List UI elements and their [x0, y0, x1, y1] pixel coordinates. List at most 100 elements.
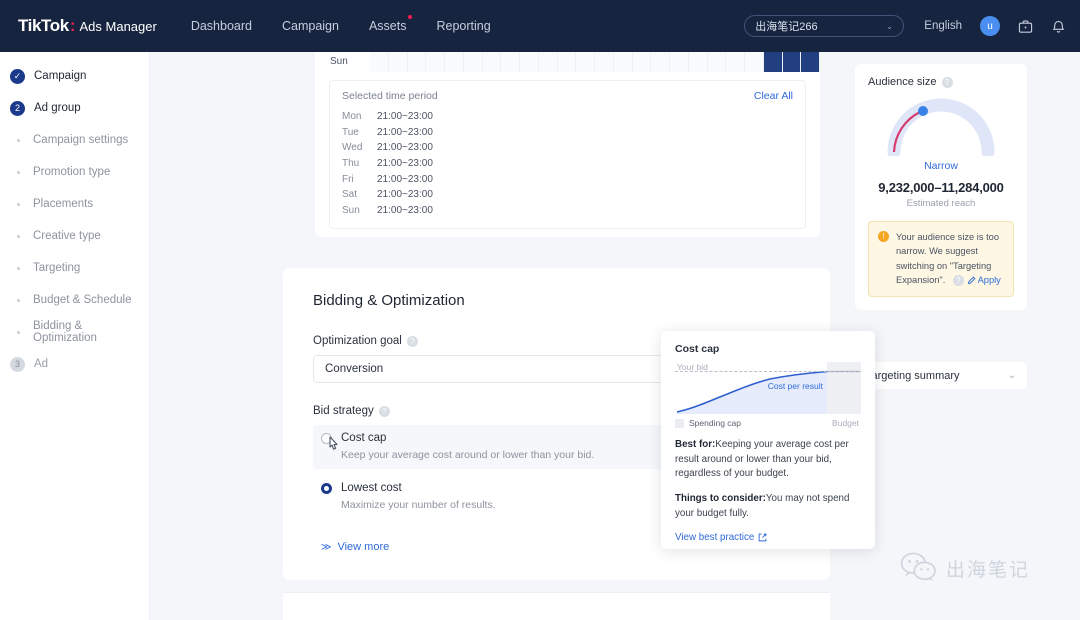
step-number-badge: 2 — [10, 100, 25, 116]
schedule-cell[interactable] — [576, 50, 595, 72]
clear-all-link[interactable]: Clear All — [754, 90, 793, 102]
help-icon[interactable]: ? — [952, 275, 964, 287]
nav-item-assets[interactable]: Assets — [368, 15, 413, 33]
schedule-cell[interactable] — [482, 50, 502, 72]
chart-legend: Spending cap Budget — [675, 418, 861, 428]
selected-time-row: Sat 21:00~23:00 — [342, 187, 793, 203]
watermark: 出海笔记 — [900, 552, 1030, 584]
nav-item-reporting[interactable]: Reporting — [436, 19, 490, 33]
chevron-down-icon: ⌄ — [1007, 370, 1016, 381]
top-header: TikTok : Ads Manager Dashboard Campaign … — [0, 0, 1080, 52]
schedule-cell[interactable] — [763, 50, 783, 72]
avatar[interactable]: u — [980, 16, 1000, 36]
selected-time-day: Sat — [342, 189, 358, 201]
schedule-card: Sun Selected time period Clear All Mon 21… — [315, 50, 820, 238]
view-best-practice-link[interactable]: View best practice — [675, 532, 861, 543]
sidebar-item-placements[interactable]: Placements — [0, 188, 149, 220]
sidebar-step-campaign[interactable]: ✓ Campaign — [0, 60, 149, 92]
schedule-cells[interactable] — [370, 50, 820, 72]
sidebar-sub-label: Campaign settings — [33, 134, 129, 146]
sidebar-step-ad[interactable]: 3 Ad — [0, 348, 149, 380]
sidebar-item-bidding-optimization[interactable]: Bidding & Optimization — [0, 316, 149, 348]
selected-time-value: 21:00~23:00 — [377, 142, 433, 154]
nav-label: Reporting — [436, 19, 491, 33]
schedule-cell[interactable] — [501, 50, 520, 72]
language-selector[interactable]: English — [924, 20, 962, 32]
selected-time-day: Tue — [342, 126, 359, 138]
sidebar-step-label: Campaign — [34, 70, 87, 82]
nav-label: Assets — [368, 19, 407, 33]
chevron-down-icon: ⌄ — [885, 20, 894, 31]
schedule-cell[interactable] — [445, 50, 464, 72]
step-number-badge: 3 — [10, 356, 25, 372]
radio-button-lowest-cost[interactable] — [321, 482, 332, 494]
sidebar-item-targeting[interactable]: Targeting — [0, 252, 149, 284]
radio-button-cost-cap[interactable] — [321, 432, 332, 444]
tooltip-title: Cost cap — [675, 343, 720, 355]
schedule-cell[interactable] — [463, 50, 483, 72]
schedule-cell[interactable] — [651, 50, 670, 72]
schedule-cell[interactable] — [595, 50, 614, 72]
selected-time-day: Fri — [342, 173, 354, 185]
schedule-cell[interactable] — [782, 50, 802, 72]
schedule-cell[interactable] — [557, 50, 577, 72]
selected-time-row: Sun 21:00~23:00 — [342, 203, 793, 219]
selected-time-value: 21:00~23:00 — [377, 173, 433, 185]
targeting-summary-card[interactable]: Targeting summary ⌄ — [855, 362, 1027, 389]
nav-item-campaign[interactable]: Campaign — [282, 19, 339, 33]
help-icon[interactable]: ? — [941, 76, 953, 88]
schedule-cell[interactable] — [426, 50, 445, 72]
schedule-cell[interactable] — [670, 50, 689, 72]
schedule-cell[interactable] — [688, 50, 708, 72]
pencil-icon[interactable] — [967, 276, 976, 285]
language-label: English — [924, 20, 962, 32]
selected-time-header: Selected time period Clear All — [342, 90, 793, 102]
account-selector[interactable]: 出海笔记266 ⌄ — [744, 15, 905, 37]
tooltip-consider: Things to consider:You may not spend you… — [675, 492, 861, 521]
schedule-cell[interactable] — [407, 50, 427, 72]
logo-colon: : — [69, 16, 76, 35]
logo[interactable]: TikTok : Ads Manager — [18, 16, 157, 36]
briefcase-icon[interactable] — [1018, 19, 1033, 34]
help-icon[interactable]: ? — [406, 335, 418, 347]
schedule-cell[interactable] — [370, 50, 389, 72]
sidebar-step-label: Ad — [34, 358, 49, 370]
chevron-double-down-icon: ≫ — [321, 541, 332, 553]
sidebar-item-promotion-type[interactable]: Promotion type — [0, 156, 149, 188]
schedule-cell[interactable] — [613, 50, 633, 72]
schedule-cell[interactable] — [388, 50, 408, 72]
sidebar-sub-label: Budget & Schedule — [33, 294, 132, 306]
chart-cost-per-result-label: Cost per result — [767, 381, 823, 391]
schedule-cell[interactable] — [520, 50, 539, 72]
optimization-goal-label: Optimization goal — [313, 335, 402, 347]
warning-icon: ! — [878, 231, 889, 242]
nav-item-dashboard[interactable]: Dashboard — [191, 19, 252, 33]
schedule-grid-row[interactable]: Sun — [315, 50, 820, 72]
sidebar-sub-label: Promotion type — [33, 166, 111, 178]
help-icon[interactable]: ? — [378, 405, 390, 417]
main-nav: Dashboard Campaign Assets Reporting — [191, 15, 521, 33]
sidebar-item-campaign-settings[interactable]: Campaign settings — [0, 124, 149, 156]
header-right-group: 出海笔记266 ⌄ English u — [744, 15, 1066, 37]
selected-time-row: Thu 21:00~23:00 — [342, 156, 793, 172]
account-name: 出海笔记266 — [755, 21, 818, 33]
sidebar-sub-label: Placements — [33, 198, 94, 210]
estimated-reach-value: 9,232,000–11,284,000 — [878, 180, 1004, 195]
schedule-cell[interactable] — [538, 50, 558, 72]
sidebar-step-ad-group[interactable]: 2 Ad group — [0, 92, 149, 124]
sidebar-item-budget-schedule[interactable]: Budget & Schedule — [0, 284, 149, 316]
best-for-label: Best for: — [675, 439, 716, 450]
schedule-cell[interactable] — [745, 50, 764, 72]
schedule-cell[interactable] — [726, 50, 745, 72]
sidebar-item-creative-type[interactable]: Creative type — [0, 220, 149, 252]
apply-link[interactable]: Apply — [978, 275, 1001, 285]
bell-icon[interactable] — [1051, 19, 1066, 34]
schedule-cell[interactable] — [707, 50, 727, 72]
selected-time-row: Wed 21:00~23:00 — [342, 140, 793, 156]
selected-time-value: 21:00~23:00 — [377, 189, 433, 201]
schedule-cell[interactable] — [801, 50, 820, 72]
schedule-cell[interactable] — [632, 50, 652, 72]
schedule-row-day-label: Sun — [330, 55, 348, 67]
selected-time-period-box: Selected time period Clear All Mon 21:00~… — [329, 80, 806, 230]
sidebar-sub-label: Targeting — [33, 262, 81, 274]
